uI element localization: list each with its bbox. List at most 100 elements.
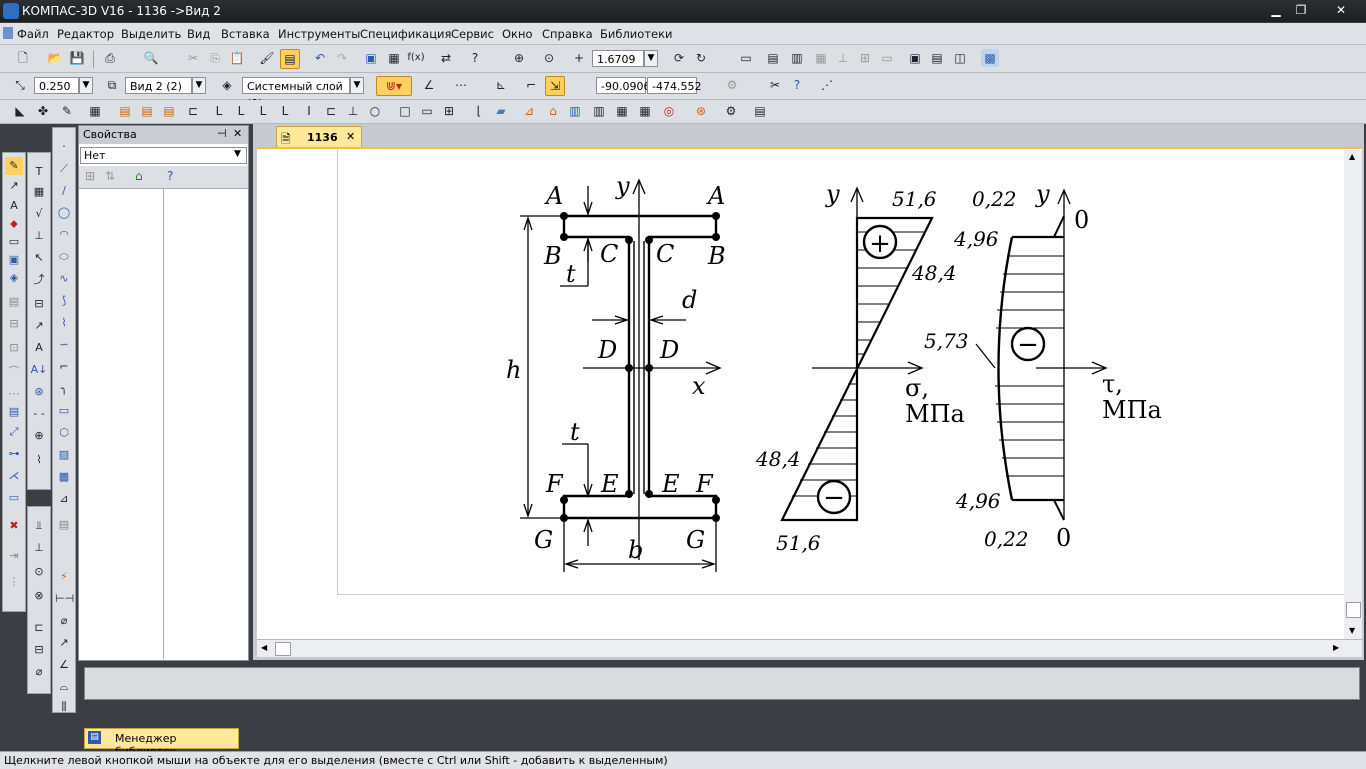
param5-icon[interactable]: ⊏ xyxy=(30,619,48,637)
menu-window[interactable]: Окно xyxy=(502,27,533,41)
cut-icon[interactable]: ✂ xyxy=(184,49,202,67)
settings-tools-icon[interactable]: ✂ xyxy=(766,76,784,94)
graph-panel-icon[interactable]: ⋌ xyxy=(5,467,23,485)
hatch4-icon[interactable]: ▦ xyxy=(636,102,654,120)
open-file-icon[interactable]: 📂 xyxy=(46,49,64,67)
tool2-icon[interactable]: ⊞ xyxy=(856,49,874,67)
move-panel-icon[interactable]: ⇥ xyxy=(5,547,23,565)
library3-icon[interactable]: ◫ xyxy=(951,49,969,67)
view-input[interactable]: Вид 2 (2) xyxy=(125,77,192,94)
save-icon[interactable]: 💾 xyxy=(68,49,86,67)
profile-c-icon[interactable]: ⊏ xyxy=(322,102,340,120)
manager-icon[interactable]: ▣ xyxy=(362,49,380,67)
line-style-icon[interactable]: ⋰ xyxy=(818,76,836,94)
chamfer-icon[interactable]: ⌐ xyxy=(55,358,73,376)
param1-icon[interactable]: ⫫ xyxy=(30,517,48,535)
measure-icon[interactable]: ⇄ xyxy=(437,49,455,67)
refresh-icon[interactable]: ⟳ xyxy=(670,49,688,67)
aux-line-icon[interactable]: ⟋ xyxy=(55,160,73,178)
view-state-icon[interactable]: ⧉ xyxy=(103,76,121,94)
profile-square-icon[interactable]: □ xyxy=(396,102,414,120)
param7-icon[interactable]: ⌀ xyxy=(30,663,48,681)
drawing-canvas[interactable]: AA BB CC DD EE FF GG t t d h b x y + − y… xyxy=(257,147,1362,641)
scroll-left-icon[interactable]: ◀ xyxy=(261,643,267,652)
diameter-icon[interactable]: ⌀ xyxy=(55,612,73,630)
line-panel-icon[interactable]: ⋯ xyxy=(5,385,23,403)
spec3-icon[interactable]: ▤ xyxy=(160,102,178,120)
grid-icon[interactable]: ⋯ xyxy=(452,76,470,94)
tool3-icon[interactable]: ▭ xyxy=(878,49,896,67)
more-panel-icon[interactable]: ⋮ xyxy=(5,573,23,591)
param-panel-icon[interactable]: ▭ xyxy=(5,233,23,251)
spark-icon[interactable]: ⚡ xyxy=(55,568,73,586)
spec2-icon[interactable]: ▤ xyxy=(138,102,156,120)
menu-file[interactable]: Файл xyxy=(17,27,49,41)
scale-icon[interactable]: ⤡ xyxy=(11,76,29,94)
window-panel-icon[interactable]: ▭ xyxy=(5,489,23,507)
pos-icon[interactable]: ⤴ xyxy=(30,271,48,289)
profile-i-icon[interactable]: I xyxy=(300,102,318,120)
profile-rect-icon[interactable]: ▭ xyxy=(418,102,436,120)
layer-input[interactable]: Системный слой (0) xyxy=(242,77,350,110)
sort-category-icon[interactable]: ⊞ xyxy=(85,169,95,183)
object-select[interactable]: Нет ▼ xyxy=(80,147,247,164)
hatch2-icon[interactable]: ▥ xyxy=(590,102,608,120)
hatch3-icon[interactable]: ▦ xyxy=(613,102,631,120)
base-icon[interactable]: ⊥ xyxy=(30,227,48,245)
contour-icon[interactable]: ⌇ xyxy=(55,314,73,332)
zoom-all-icon[interactable]: ⊙ xyxy=(540,49,558,67)
menu-tools[interactable]: Инструменты xyxy=(278,27,360,41)
library2-icon[interactable]: ▤ xyxy=(928,49,946,67)
layer-state-icon[interactable]: ◈ xyxy=(218,76,236,94)
dim-icon[interactable]: ⊏ xyxy=(184,102,202,120)
vertical-scroll-thumb[interactable] xyxy=(1346,602,1361,618)
table-icon[interactable]: ▦ xyxy=(86,102,104,120)
layer-dropdown-icon[interactable]: ▼ xyxy=(350,77,364,94)
help-icon[interactable]: ? xyxy=(788,76,806,94)
library-manager-tab[interactable]: ▤ Менеджер библиотек xyxy=(84,728,239,758)
zoom-dropdown-icon[interactable]: ▼ xyxy=(644,50,658,67)
filter-panel-icon[interactable]: ⊶ xyxy=(5,445,23,463)
document-tab[interactable]: 🗎 1136 ✕ xyxy=(276,126,362,148)
mark-icon[interactable]: ⊛ xyxy=(30,383,48,401)
spline-icon[interactable]: ∿ xyxy=(55,270,73,288)
profile-l3-icon[interactable]: L xyxy=(254,102,272,120)
arrow-icon[interactable]: ↗ xyxy=(30,317,48,335)
multiview-icon[interactable]: ▥ xyxy=(788,49,806,67)
bolt-icon[interactable]: ◎ xyxy=(660,102,678,120)
text-icon[interactable]: T xyxy=(30,163,48,181)
tolerance-icon[interactable]: ⊟ xyxy=(30,295,48,313)
profile-l1-icon[interactable]: L xyxy=(210,102,228,120)
scroll-up-icon[interactable]: ▲ xyxy=(1349,152,1355,161)
equidistant-icon[interactable]: ⊿ xyxy=(55,490,73,508)
layer-icon[interactable]: ▤ xyxy=(764,49,782,67)
zoom-in-icon[interactable]: + xyxy=(570,49,588,67)
fill-icon[interactable]: ▩ xyxy=(55,468,73,486)
tool-disabled-icon[interactable]: ⚙ xyxy=(723,76,741,94)
select-pointer-icon[interactable]: ◣ xyxy=(11,102,29,120)
profile-circle-icon[interactable]: ○ xyxy=(366,102,384,120)
library-icon[interactable]: ▤ xyxy=(751,102,769,120)
circle-icon[interactable]: ◯ xyxy=(55,204,73,222)
polygon-icon[interactable]: ⬡ xyxy=(55,424,73,442)
zoom-input[interactable]: 1.6709 xyxy=(592,50,644,67)
coord-y-input[interactable]: -474.552 xyxy=(647,77,701,94)
edit-icon[interactable]: ✎ xyxy=(58,102,76,120)
menu-insert[interactable]: Вставка xyxy=(221,27,270,41)
undo-icon[interactable]: ↶ xyxy=(311,49,329,67)
menu-help[interactable]: Справка xyxy=(542,27,593,41)
profile-l2-icon[interactable]: L xyxy=(232,102,250,120)
macro-icon[interactable]: ▤ xyxy=(55,516,73,534)
scroll-right-icon[interactable]: ▶ xyxy=(1333,643,1339,652)
new-file-icon[interactable]: 🗋 xyxy=(14,49,32,67)
format-brush-icon[interactable]: 🖌 xyxy=(258,49,276,67)
profile-t-icon[interactable]: ⊥ xyxy=(344,102,362,120)
weld2-icon[interactable]: ⌂ xyxy=(544,102,562,120)
library1-icon[interactable]: ▣ xyxy=(906,49,924,67)
menu-service[interactable]: Сервис xyxy=(451,27,494,41)
menu-select[interactable]: Выделить xyxy=(121,27,181,41)
axis-panel-icon[interactable]: ⤢ xyxy=(5,423,23,441)
horizontal-scroll-thumb[interactable] xyxy=(275,642,291,656)
dimensions-panel-icon[interactable]: ↗ xyxy=(5,177,23,195)
document-menu-icon[interactable] xyxy=(3,27,13,39)
